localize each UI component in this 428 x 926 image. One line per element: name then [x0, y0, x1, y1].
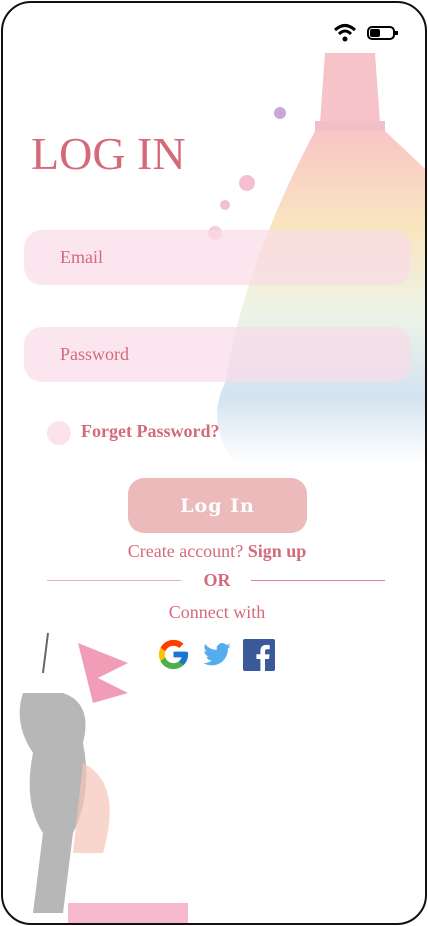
facebook-icon[interactable]	[243, 638, 275, 671]
mannequin-illustration	[19, 633, 188, 923]
create-account-text: Create account?	[127, 541, 244, 561]
forgot-password-link[interactable]: Forget Password?	[81, 421, 219, 442]
status-bar	[333, 23, 399, 43]
connect-with-label: Connect with	[168, 602, 266, 622]
twitter-icon[interactable]	[201, 640, 233, 670]
wifi-icon	[333, 24, 357, 42]
login-button[interactable]: Log In	[128, 478, 307, 533]
email-input[interactable]: Email	[24, 230, 411, 285]
battery-icon	[367, 26, 398, 40]
divider-right	[251, 580, 385, 581]
social-login-row	[156, 637, 275, 672]
remember-checkbox[interactable]	[47, 421, 71, 445]
password-input[interactable]: Password	[24, 327, 411, 382]
google-icon[interactable]	[156, 637, 191, 672]
create-account-row: Create account? Sign up	[3, 541, 425, 562]
page-title: LOG IN	[31, 128, 186, 179]
phone-frame: LOG IN Email Password Forget Password? L…	[1, 1, 427, 925]
signup-link[interactable]: Sign up	[248, 541, 307, 561]
